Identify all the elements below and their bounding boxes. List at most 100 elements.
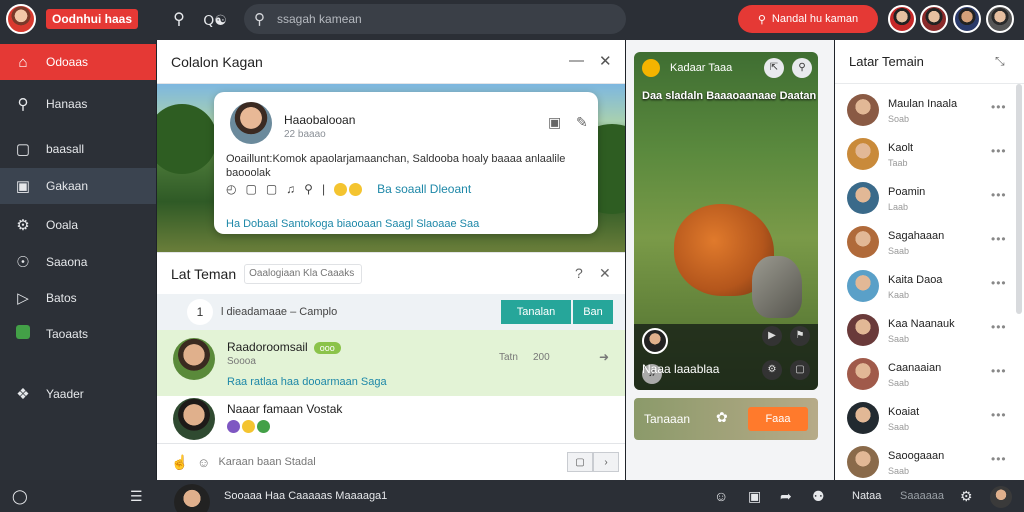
user-icon[interactable]: ⚉ xyxy=(812,488,825,505)
avatar[interactable] xyxy=(847,182,879,214)
avatar[interactable] xyxy=(888,5,916,33)
emoji-icon[interactable]: ☺ xyxy=(197,455,210,470)
gift-icon[interactable]: ✿ xyxy=(716,409,728,426)
avatar[interactable] xyxy=(174,484,210,512)
emoji-icon[interactable] xyxy=(334,182,364,197)
more-icon[interactable]: ••• xyxy=(991,232,1007,246)
list-item[interactable]: Caanaaian Saab ••• xyxy=(835,352,1024,396)
friend-name: Saoogaaan xyxy=(888,450,945,462)
power-icon[interactable]: ◯ xyxy=(12,488,28,505)
square-icon[interactable]: ▢ xyxy=(266,182,277,196)
list-item[interactable]: Sagahaaan Saab ••• xyxy=(835,220,1024,264)
more-button[interactable]: › xyxy=(593,452,619,472)
avatar[interactable] xyxy=(990,486,1012,508)
sidebar-item-search[interactable]: ⚲ Hanaas xyxy=(0,86,156,122)
sidebar-item-chat[interactable]: ▢ baasall xyxy=(0,131,156,167)
list-item[interactable]: Kaa Naanauk Saab ••• xyxy=(835,308,1024,352)
avatar[interactable] xyxy=(847,270,879,302)
avatar[interactable] xyxy=(920,5,948,33)
avatar[interactable] xyxy=(173,338,215,380)
sidebar-item-home[interactable]: ⌂ Odoaas xyxy=(0,44,156,80)
avatar[interactable] xyxy=(847,138,879,170)
list-item[interactable]: Saoogaaan Saab ••• xyxy=(835,440,1024,484)
avatar[interactable] xyxy=(847,358,879,390)
sidebar-item-explore[interactable]: ☉ Saaona xyxy=(0,244,156,280)
music-icon[interactable]: ♫ xyxy=(286,182,295,196)
avatar[interactable] xyxy=(953,5,981,33)
search-input[interactable] xyxy=(277,12,577,26)
more-icon[interactable]: ••• xyxy=(991,100,1007,114)
game-footer-label: Tanaaan xyxy=(644,412,691,426)
share-icon[interactable]: ▶ xyxy=(762,326,782,346)
attach-button[interactable]: ▢ xyxy=(567,452,593,472)
game-card[interactable]: Kadaar Taaa ⇱ ⚲ Daa sladaln Baaaoaanaae … xyxy=(634,52,818,390)
brand[interactable]: Oodnhui haas xyxy=(6,4,156,34)
avatar[interactable] xyxy=(986,5,1014,33)
image-icon[interactable]: ▣ xyxy=(748,488,761,505)
avatar[interactable] xyxy=(847,94,879,126)
sidebar-item-apps[interactable]: Taoaats xyxy=(0,316,156,352)
list-item[interactable]: Kaita Daoa Kaab ••• xyxy=(835,264,1024,308)
save-icon[interactable]: ▣ xyxy=(548,114,561,131)
fullscreen-icon[interactable]: ▢ xyxy=(790,360,810,380)
square-icon[interactable]: ▢ xyxy=(245,182,256,196)
pin-icon[interactable]: ⚲ xyxy=(304,182,313,196)
sidebar-item-settings[interactable]: ⚙ Ooala xyxy=(0,207,156,243)
avatar[interactable] xyxy=(847,226,879,258)
pin-icon[interactable]: ✎ xyxy=(576,114,588,131)
bottom-menu-1[interactable]: Nataa xyxy=(852,490,881,502)
list-item[interactable]: Kaolt Taab ••• xyxy=(835,132,1024,176)
avatar[interactable] xyxy=(847,314,879,346)
settings-icon[interactable]: ⚙ xyxy=(762,360,782,380)
avatar[interactable] xyxy=(642,328,668,354)
pin-icon[interactable]: ⚲ xyxy=(792,58,812,78)
more-icon[interactable]: ••• xyxy=(991,276,1007,290)
expand-icon[interactable]: ⤡ xyxy=(995,54,1005,69)
bottom-menu-2[interactable]: Saaaaaa xyxy=(900,490,944,502)
emoji-icon[interactable]: ☺ xyxy=(714,488,728,504)
avatar[interactable] xyxy=(230,102,272,144)
ban-button[interactable]: Ban xyxy=(573,300,613,324)
message-input[interactable] xyxy=(218,456,479,468)
clock-icon[interactable]: ◴ xyxy=(226,182,236,196)
teman-button[interactable]: Tanalan xyxy=(501,300,571,324)
more-icon[interactable]: ••• xyxy=(991,144,1007,158)
avatar[interactable] xyxy=(173,398,215,440)
people-icon[interactable]: Q‍☯ xyxy=(200,9,230,31)
friends-filter-input[interactable] xyxy=(244,263,363,284)
post-author[interactable]: Haaobalooan xyxy=(284,113,355,127)
gear-icon[interactable]: ⚙ xyxy=(960,488,973,505)
list-item[interactable]: Poamin Laab ••• xyxy=(835,176,1024,220)
avatar[interactable] xyxy=(847,446,879,478)
forward-icon[interactable]: ➜ xyxy=(599,350,609,364)
scrollbar[interactable] xyxy=(1016,84,1022,314)
post-tags[interactable]: Ha Dobaal Santokoga biaooaan Saagl Slaoa… xyxy=(226,218,479,230)
list-item[interactable]: Raadoroomsail ooo Soooa Tatn 200 ➜ Raa ra… xyxy=(157,330,625,396)
play-button[interactable]: Faaa xyxy=(748,407,808,431)
list-item[interactable]: Maulan Inaala Soab ••• xyxy=(835,88,1024,132)
close-icon[interactable]: ✕ xyxy=(599,52,612,70)
help-icon[interactable]: ? xyxy=(575,265,583,281)
list-item[interactable]: Naaar famaan Vostak xyxy=(157,396,625,444)
like-icon[interactable]: ☝ xyxy=(171,454,188,471)
sidebar-item-videos[interactable]: ▷ Batos xyxy=(0,280,156,316)
avatar[interactable] xyxy=(847,402,879,434)
menu-icon[interactable]: ☰ xyxy=(130,488,143,505)
more-icon[interactable]: ••• xyxy=(991,188,1007,202)
search-bar[interactable]: ⚲ xyxy=(244,4,626,34)
more-icon[interactable]: ••• xyxy=(991,320,1007,334)
more-icon[interactable]: ••• xyxy=(991,364,1007,378)
flag-icon[interactable]: ⚑ xyxy=(790,326,810,346)
list-item[interactable]: Koaiat Saab ••• xyxy=(835,396,1024,440)
more-icon[interactable]: ••• xyxy=(991,408,1007,422)
more-icon[interactable]: ••• xyxy=(991,452,1007,466)
sidebar-item-folder[interactable]: ▣ Gakaan xyxy=(0,168,156,204)
minimize-icon[interactable]: — xyxy=(569,52,584,69)
close-icon[interactable]: ✕ xyxy=(599,265,611,282)
expand-icon[interactable]: ⇱ xyxy=(764,58,784,78)
share-icon[interactable]: ➦ xyxy=(780,488,792,505)
live-button[interactable]: ⚲ Nandal hu kaman xyxy=(738,5,878,33)
search-icon[interactable]: ⚲ xyxy=(168,9,190,31)
sidebar-item-shield[interactable]: ❖ Yaader xyxy=(0,376,156,412)
post-link[interactable]: Ba soaall Dleoant xyxy=(377,182,471,196)
